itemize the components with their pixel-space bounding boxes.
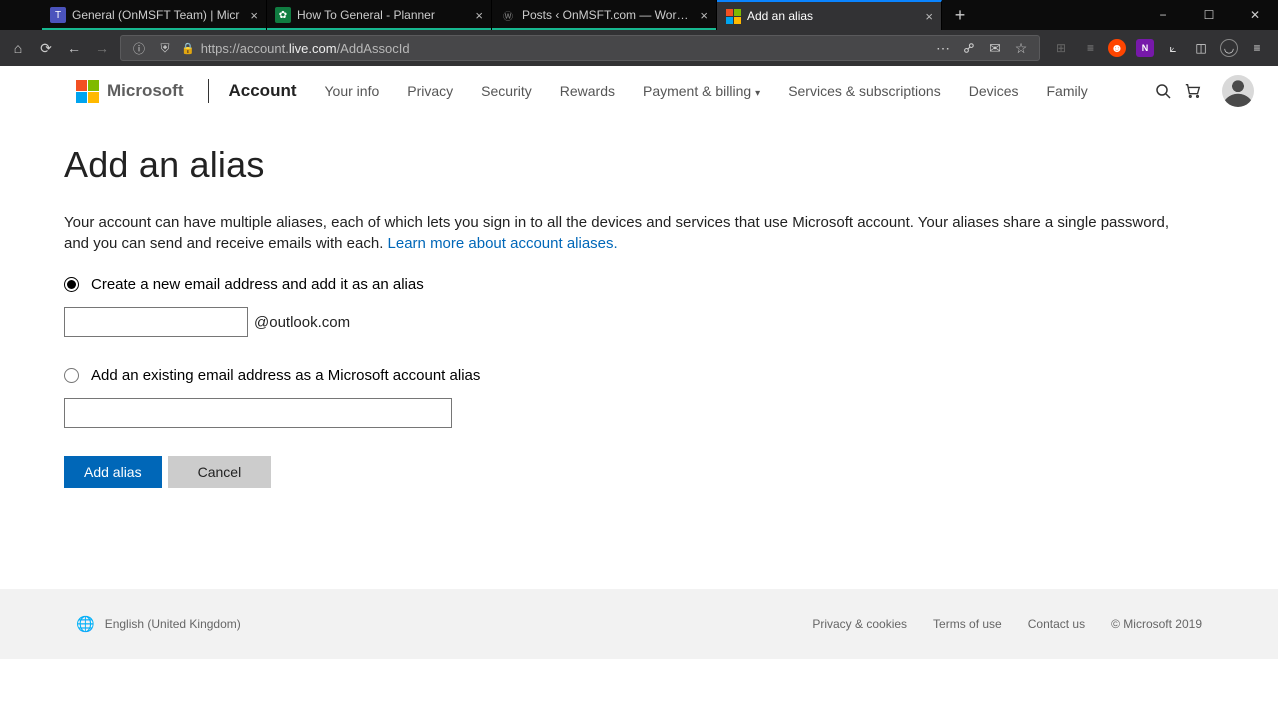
radio-create-label: Create a new email address and add it as… [91, 276, 424, 293]
teams-icon: T [50, 7, 66, 23]
nav-rewards[interactable]: Rewards [546, 83, 629, 99]
radio-create-row[interactable]: Create a new email address and add it as… [64, 276, 1170, 293]
close-icon[interactable]: × [700, 8, 708, 23]
divider [208, 79, 209, 103]
radio-existing-label: Add an existing email address as a Micro… [91, 367, 480, 384]
chevron-down-icon: ▾ [755, 88, 760, 99]
nav-security[interactable]: Security [467, 83, 546, 99]
nav-privacy[interactable]: Privacy [393, 83, 467, 99]
add-alias-button[interactable]: Add alias [64, 456, 162, 488]
cancel-button[interactable]: Cancel [168, 456, 272, 488]
account-icon[interactable]: ◡ [1220, 39, 1238, 57]
radio-create[interactable] [64, 277, 79, 292]
footer-terms[interactable]: Terms of use [933, 617, 1002, 631]
menu-icon[interactable]: ≡ [1248, 39, 1266, 57]
browser-toolbar: ⌂ ⟳ ← → ⓘ ⛨ 🔒 https://account.live.com/A… [0, 30, 1278, 66]
minimize-button[interactable]: − [1140, 0, 1186, 30]
wordpress-icon: Ⓦ [500, 7, 516, 23]
url-bar[interactable]: ⓘ ⛨ 🔒 https://account.live.com/AddAssocI… [120, 35, 1040, 61]
link-icon[interactable]: ⚯ [955, 34, 983, 62]
main-content: Add an alias Your account can have multi… [0, 116, 1170, 488]
microsoft-logo-icon [76, 80, 99, 103]
footer-copyright: © Microsoft 2019 [1111, 617, 1202, 631]
new-email-input[interactable] [64, 307, 248, 337]
back-icon[interactable]: ← [64, 38, 84, 58]
nav-family[interactable]: Family [1033, 83, 1102, 99]
nav-payment[interactable]: Payment & billing ▾ [629, 83, 774, 99]
sidebar-icon[interactable]: ◫ [1192, 39, 1210, 57]
page-actions-icon[interactable]: ⋯ [933, 38, 953, 58]
shield-icon[interactable]: ⛨ [155, 38, 175, 58]
url-text: https://account.live.com/AddAssocId [201, 41, 927, 56]
button-row: Add alias Cancel [64, 456, 1170, 488]
tab-strip: T General (OnMSFT Team) | Micr × ✿ How T… [0, 0, 1140, 30]
new-email-row: @outlook.com [64, 293, 1170, 337]
avatar[interactable] [1222, 75, 1254, 107]
forward-icon[interactable]: → [92, 38, 112, 58]
planner-icon: ✿ [275, 7, 291, 23]
globe-icon: 🌐 [76, 615, 95, 633]
nav-your-info[interactable]: Your info [311, 83, 394, 99]
close-icon[interactable]: × [475, 8, 483, 23]
mail-icon[interactable]: ✉ [985, 38, 1005, 58]
browser-titlebar: T General (OnMSFT Team) | Micr × ✿ How T… [0, 0, 1278, 30]
close-window-button[interactable]: ✕ [1232, 0, 1278, 30]
tab-title: Add an alias [747, 9, 919, 23]
nav-payment-label: Payment & billing [643, 83, 751, 99]
microsoft-logo[interactable]: Microsoft [76, 80, 184, 103]
footer-contact[interactable]: Contact us [1028, 617, 1085, 631]
grid-icon[interactable]: ⊞ [1052, 39, 1070, 57]
close-icon[interactable]: × [250, 8, 258, 23]
tab-title: Posts ‹ OnMSFT.com — WordPress [522, 8, 694, 22]
tab-planner[interactable]: ✿ How To General - Planner × [267, 0, 492, 30]
page-title: Add an alias [64, 144, 1170, 186]
reload-icon[interactable]: ⟳ [36, 38, 56, 58]
url-prefix: https://account. [201, 41, 289, 56]
tab-teams[interactable]: T General (OnMSFT Team) | Micr × [42, 0, 267, 30]
email-suffix: @outlook.com [254, 314, 350, 331]
tab-title: How To General - Planner [297, 8, 469, 22]
lock-icon: 🔒 [181, 42, 195, 55]
maximize-button[interactable]: ☐ [1186, 0, 1232, 30]
onenote-icon[interactable]: N [1136, 39, 1154, 57]
site-header: Microsoft Account Your info Privacy Secu… [0, 66, 1278, 116]
footer-privacy[interactable]: Privacy & cookies [812, 617, 907, 631]
existing-email-row [64, 384, 1170, 428]
url-path: /AddAssocId [337, 41, 410, 56]
search-icon[interactable] [1148, 83, 1178, 99]
url-host: live.com [289, 41, 337, 56]
radio-existing-row[interactable]: Add an existing email address as a Micro… [64, 367, 1170, 384]
nav-devices[interactable]: Devices [955, 83, 1033, 99]
language-label: English (United Kingdom) [105, 617, 241, 631]
toolbar-extensions: ⊞ ≡ ☻ N ⟀ ◫ ◡ ≡ [1048, 39, 1270, 57]
nav-account[interactable]: Account [229, 81, 311, 101]
library-icon[interactable]: ⟀ [1164, 39, 1182, 57]
microsoft-logo-text: Microsoft [107, 81, 184, 101]
reddit-icon[interactable]: ☻ [1108, 39, 1126, 57]
cart-icon[interactable] [1178, 82, 1208, 100]
language-selector[interactable]: 🌐 English (United Kingdom) [76, 615, 241, 633]
new-tab-button[interactable]: + [942, 0, 978, 30]
nav-services[interactable]: Services & subscriptions [774, 83, 955, 99]
footer: 🌐 English (United Kingdom) Privacy & coo… [0, 589, 1278, 659]
window-controls: − ☐ ✕ [1140, 0, 1278, 30]
bookmark-icon[interactable]: ☆ [1011, 38, 1031, 58]
microsoft-icon [725, 8, 741, 24]
existing-email-input[interactable] [64, 398, 452, 428]
tab-add-alias[interactable]: Add an alias × [717, 0, 942, 30]
radio-existing[interactable] [64, 368, 79, 383]
close-icon[interactable]: × [925, 9, 933, 24]
info-icon[interactable]: ⓘ [129, 38, 149, 58]
tab-title: General (OnMSFT Team) | Micr [72, 8, 244, 22]
tab-wordpress[interactable]: Ⓦ Posts ‹ OnMSFT.com — WordPress × [492, 0, 717, 30]
learn-more-link[interactable]: Learn more about account aliases. [388, 235, 618, 252]
intro-text: Your account can have multiple aliases, … [64, 212, 1170, 254]
buffer-icon[interactable]: ≡ [1080, 39, 1098, 57]
page: Microsoft Account Your info Privacy Secu… [0, 66, 1278, 719]
home-icon[interactable]: ⌂ [8, 38, 28, 58]
